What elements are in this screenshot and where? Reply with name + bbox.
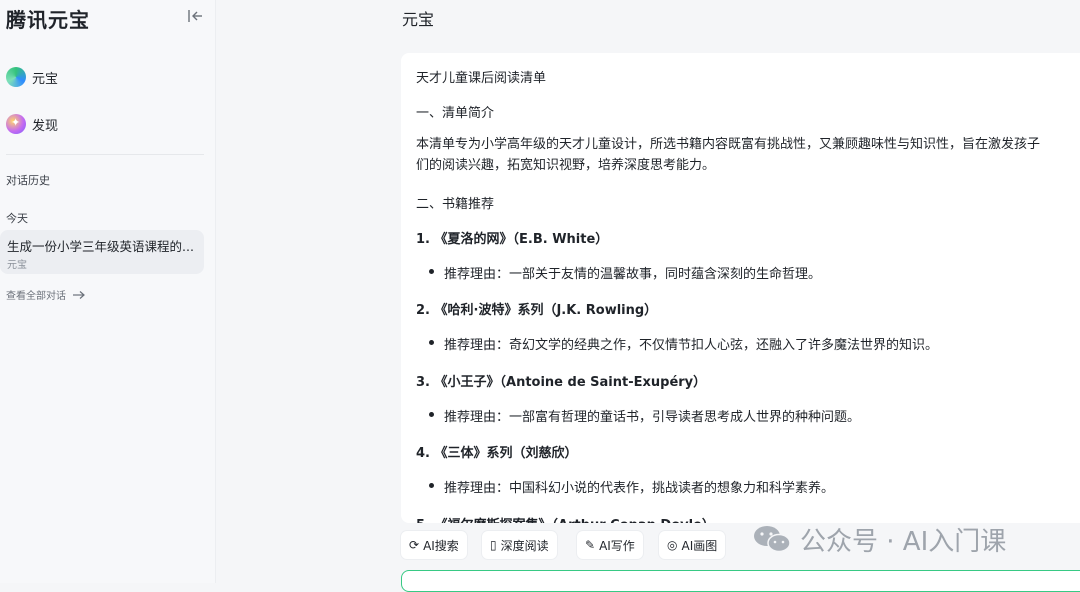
ai-draw-button[interactable]: ◎ AI画图 [659,531,726,559]
intro-line-2: 们的阅读兴趣，拓宽知识视野，培养深度思考能力。 [416,158,716,173]
chat-history-item[interactable]: 生成一份小学三年级英语课程的... 元宝 [0,230,204,274]
book-title: 1. 《夏洛的网》（E.B. White） [416,232,609,247]
brand-logo-text: 腾讯元宝 [6,8,90,32]
bullet-dot [429,412,434,417]
book-title: 5. 《福尔摩斯探案集》（Arthur Conan Doyle） [416,514,715,523]
collapse-icon [188,10,202,22]
tool-label: AI画图 [681,538,718,553]
search-icon: ⟳ [409,538,420,552]
pen-icon: ✎ [585,538,596,552]
book-reason: 推荐理由：奇幻文学的经典之作，不仅情节扣人心弦，还融入了许多魔法世界的知识。 [444,338,939,353]
book-reason: 推荐理由：一部富有哲理的童话书，引导读者思考成人世界的种种问题。 [444,410,861,425]
book-title: 3. 《小王子》（Antoine de Saint-Exupéry） [416,375,707,390]
ai-write-button[interactable]: ✎ AI写作 [577,531,643,559]
bullet-dot [429,269,434,274]
sidebar-divider [6,154,204,155]
watermark: 公众号 · AI入门课 [752,520,1006,558]
tool-label: AI搜索 [423,538,459,553]
answer-heading: 天才儿童课后阅读清单 [416,71,547,86]
sidebar: 腾讯元宝 元宝 发现 对话历史 今天 生成一份小学三年级英语课程的... 元宝 … [0,0,216,583]
history-section-title: 对话历史 [6,174,50,187]
book-icon: ▯ [490,538,497,552]
nav-item-yuanbao[interactable]: 元宝 [6,65,58,89]
collapse-sidebar-button[interactable] [186,7,206,25]
today-label: 今天 [6,212,28,225]
wechat-icon [754,526,791,553]
yuanbao-logo-icon [6,67,26,87]
answer-card: 天才儿童课后阅读清单 一、清单简介 本清单专为小学高年级的天才儿童设计，所选书籍… [401,53,1080,523]
chat-input-box[interactable] [401,570,1080,592]
nav-item-label: 元宝 [32,71,59,87]
bullet-dot [429,483,434,488]
nav-item-discover[interactable]: 发现 [6,112,58,136]
arrow-right-icon [73,290,85,299]
book-reason: 推荐理由：一部关于友情的温馨故事，同时蕴含深刻的生命哲理。 [444,267,822,282]
chat-history-title: 生成一份小学三年级英语课程的... [7,239,194,254]
ai-search-button[interactable]: ⟳ AI搜索 [401,531,467,559]
section-heading-books: 二、书籍推荐 [416,197,495,212]
book-title: 2. 《哈利·波特》系列（J.K. Rowling） [416,303,658,318]
palette-icon: ◎ [667,538,678,552]
tool-label: AI写作 [599,538,635,553]
view-all-chats-link[interactable]: 查看全部对话 [6,287,86,302]
section-heading-intro: 一、清单简介 [416,106,495,121]
intro-line-1: 本清单专为小学高年级的天才儿童设计，所选书籍内容既富有挑战性，又兼顾趣味性与知识… [416,137,1041,152]
view-all-label: 查看全部对话 [6,291,66,302]
watermark-text: 公众号 · AI入门课 [800,526,1007,557]
page-title: 元宝 [402,10,435,29]
book-reason: 推荐理由：中国科幻小说的代表作，挑战读者的想象力和科学素养。 [444,481,835,496]
intro-paragraph: 本清单专为小学高年级的天才儿童设计，所选书籍内容既富有挑战性，又兼顾趣味性与知识… [416,134,1080,176]
bullet-dot [429,340,434,345]
tool-label: 深度阅读 [500,538,549,553]
chat-history-subtitle: 元宝 [7,260,27,271]
deep-read-button[interactable]: ▯ 深度阅读 [482,531,557,559]
nav-item-label: 发现 [32,118,59,134]
book-title: 4. 《三体》系列（刘慈欣） [416,446,578,461]
discover-icon [6,114,26,134]
